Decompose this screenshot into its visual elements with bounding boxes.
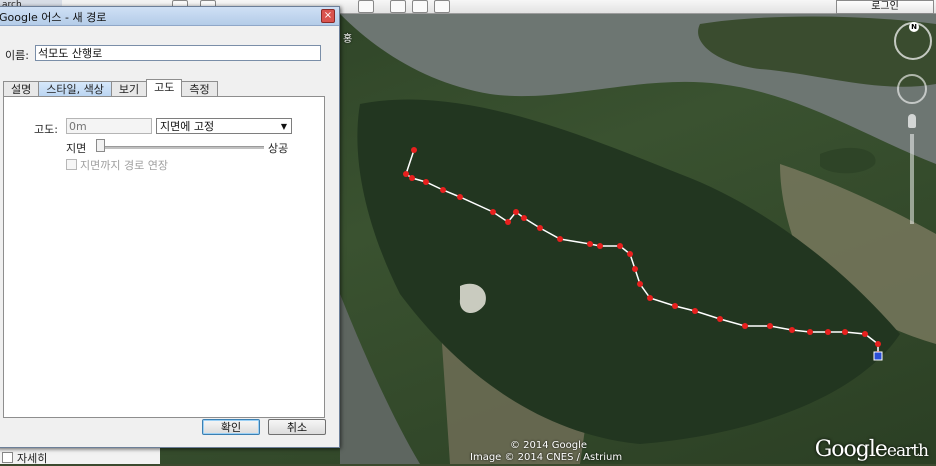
tab-altitude[interactable]: 고도 (146, 79, 183, 97)
compass-icon[interactable]: N (894, 22, 932, 60)
save-image-icon[interactable] (434, 0, 450, 13)
waypoint-marker[interactable] (807, 329, 813, 335)
altitude-input[interactable] (66, 118, 152, 134)
waypoint-marker[interactable] (717, 316, 723, 322)
detail-item[interactable]: 자세히 (0, 451, 48, 465)
street-view-icon[interactable] (908, 114, 916, 128)
dialog-titlebar[interactable]: Google 어스 - 새 경로 × (0, 7, 339, 26)
ruler-icon[interactable] (358, 0, 374, 13)
altitude-mode-value: 지면에 고정 (160, 120, 215, 133)
north-indicator[interactable]: N (909, 22, 919, 32)
waypoint-marker[interactable] (627, 251, 633, 257)
tab-measurements[interactable]: 측정 (181, 81, 218, 97)
waypoint-group (403, 147, 881, 357)
logo-earth-text: earth (886, 441, 929, 461)
waypoint-marker[interactable] (875, 341, 881, 347)
waypoint-marker[interactable] (789, 327, 795, 333)
name-input[interactable] (35, 45, 321, 61)
altitude-slider-track[interactable] (96, 146, 264, 149)
dropdown-arrow-icon: ▼ (280, 122, 287, 131)
waypoint-marker[interactable] (637, 281, 643, 287)
detail-label: 자세히 (17, 451, 48, 465)
waypoint-marker[interactable] (490, 209, 496, 215)
print-icon[interactable] (412, 0, 428, 13)
waypoint-marker[interactable] (587, 241, 593, 247)
waypoint-marker[interactable] (617, 243, 623, 249)
waypoint-marker[interactable] (423, 179, 429, 185)
dialog-title: Google 어스 - 새 경로 (0, 11, 107, 24)
altitude-mode-select[interactable]: 지면에 고정 ▼ (156, 118, 292, 134)
tab-style-color[interactable]: 스타일, 색상 (38, 81, 112, 97)
waypoint-marker[interactable] (825, 329, 831, 335)
close-icon[interactable]: × (321, 9, 335, 23)
ok-button[interactable]: 확인 (202, 419, 260, 435)
waypoint-marker[interactable] (862, 331, 868, 337)
altitude-panel: 고도: 지면에 고정 ▼ 지면 상공 지면까지 경로 연장 (3, 96, 325, 418)
trail-path[interactable] (405, 149, 879, 354)
waypoint-marker[interactable] (521, 215, 527, 221)
waypoint-marker[interactable] (597, 243, 603, 249)
waypoint-marker[interactable] (742, 323, 748, 329)
waypoint-marker[interactable] (842, 329, 848, 335)
slider-max-label: 상공 (268, 142, 289, 155)
waypoint-marker[interactable] (409, 175, 415, 181)
name-label: 이름: (5, 49, 29, 62)
route-end-icon[interactable] (873, 351, 883, 361)
checkbox-icon[interactable] (2, 452, 13, 463)
waypoint-marker[interactable] (440, 187, 446, 193)
zoom-slider[interactable] (910, 134, 914, 224)
imagery-credit: Image © 2014 CNES / Astrium (470, 452, 623, 463)
tab-description[interactable]: 설명 (3, 81, 40, 97)
login-button[interactable]: 로그인 (836, 0, 934, 14)
altitude-label: 고도: (34, 123, 58, 136)
waypoint-marker[interactable] (632, 266, 638, 272)
waypoint-marker[interactable] (403, 171, 409, 177)
place-label[interactable]: 홍 (343, 30, 352, 45)
altitude-slider-thumb[interactable] (96, 139, 105, 152)
google-earth-logo: Googleearth (814, 437, 929, 462)
new-path-dialog: Google 어스 - 새 경로 × 이름: 설명 스타일, 색상 보기 고도 … (0, 6, 340, 448)
cancel-button[interactable]: 취소 (268, 419, 326, 435)
waypoint-marker[interactable] (557, 236, 563, 242)
waypoint-marker[interactable] (513, 209, 519, 215)
waypoint-marker[interactable] (767, 323, 773, 329)
tab-bar: 설명 스타일, 색상 보기 고도 측정 (3, 79, 218, 97)
extend-to-ground-label: 지면까지 경로 연장 (80, 159, 168, 172)
waypoint-marker[interactable] (457, 194, 463, 200)
look-joystick-icon[interactable] (897, 74, 927, 104)
waypoint-marker[interactable] (692, 308, 698, 314)
waypoint-marker[interactable] (647, 295, 653, 301)
waypoint-marker[interactable] (672, 303, 678, 309)
tab-view[interactable]: 보기 (110, 81, 148, 97)
navigation-controls[interactable]: N (894, 22, 932, 224)
waypoint-marker[interactable] (505, 219, 511, 225)
extend-to-ground-checkbox[interactable] (66, 159, 77, 170)
waypoint-marker[interactable] (537, 225, 543, 231)
slider-min-label: 지면 (66, 142, 87, 155)
waypoint-marker[interactable] (411, 147, 417, 153)
logo-google-text: Google (814, 437, 888, 462)
email-icon[interactable] (390, 0, 406, 13)
copyright-credit: © 2014 Google (510, 440, 588, 451)
